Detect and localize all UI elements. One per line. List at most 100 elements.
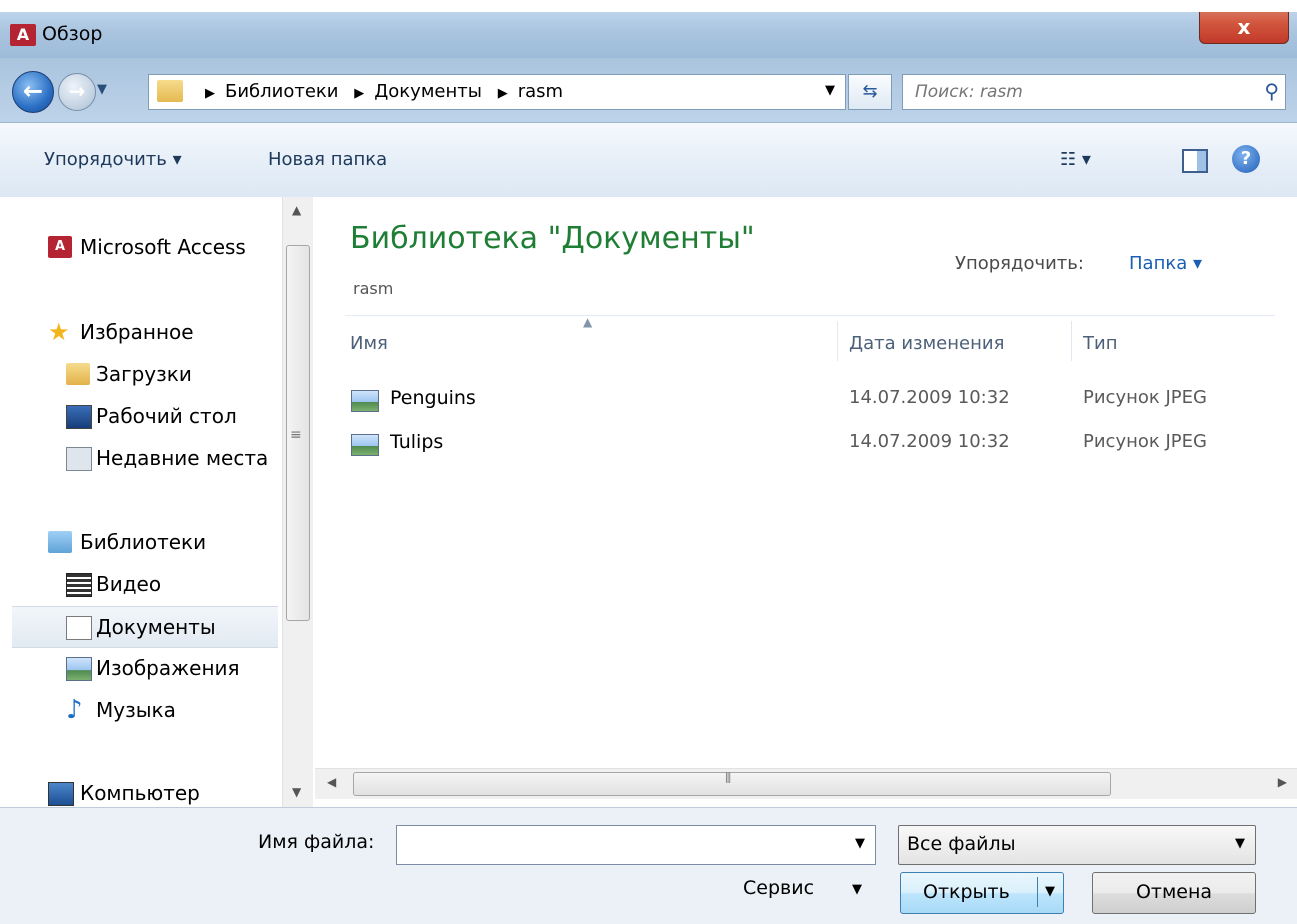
column-header-date[interactable]: Дата изменения [849, 333, 1004, 354]
column-separator[interactable] [1071, 321, 1072, 361]
jpeg-image-icon [351, 434, 379, 456]
nav-item-downloads[interactable]: Загрузки [0, 354, 280, 394]
downloads-folder-icon [66, 363, 90, 385]
search-icon[interactable]: ⚲ [1264, 79, 1279, 103]
library-subtitle: rasm [353, 279, 394, 298]
scrollbar-thumb[interactable] [353, 772, 1111, 796]
forward-arrow-icon: → [68, 79, 86, 103]
library-title: Библиотека "Документы" [350, 221, 755, 256]
nav-item-pictures[interactable]: Изображения [0, 648, 280, 688]
window-title: Обзор [42, 23, 103, 45]
libraries-icon [48, 531, 72, 553]
file-name: Tulips [390, 431, 444, 453]
tools-button[interactable]: Сервис [743, 877, 814, 899]
nav-item-desktop[interactable]: Рабочий стол [0, 396, 280, 436]
breadcrumb-separator-icon: ▶ [354, 86, 365, 101]
open-button[interactable]: Открыть ▼ [900, 872, 1064, 914]
nav-item-label: Музыка [96, 698, 176, 722]
breadcrumb-separator-icon: ▶ [205, 86, 215, 101]
help-icon[interactable]: ? [1232, 145, 1260, 173]
change-view-button[interactable]: ☷ ▾ [1060, 149, 1091, 170]
filename-combobox[interactable]: ▼ [396, 825, 876, 865]
close-icon: x [1237, 15, 1251, 39]
recent-locations-dropdown[interactable]: ▼ [97, 82, 107, 97]
column-header-type[interactable]: Тип [1083, 333, 1117, 354]
close-button[interactable]: x [1199, 12, 1289, 44]
access-icon: A [48, 236, 72, 258]
file-type: Рисунок JPEG [1083, 387, 1207, 408]
nav-item-recent-places[interactable]: Недавние места [0, 438, 280, 478]
file-list-pane: Библиотека "Документы" rasm Упорядочить:… [315, 197, 1297, 807]
open-file-dialog: A Обзор x ← → ▼ ▶ Библиотеки ▶ Документы ▶… [0, 12, 1297, 924]
search-box[interactable]: ⚲ [902, 74, 1286, 110]
file-list-horizontal-scrollbar[interactable]: ◀ ⦀ ▶ [315, 768, 1297, 799]
file-date: 14.07.2009 10:32 [849, 431, 1010, 452]
nav-item-label: Видео [96, 572, 162, 596]
nav-item-label: Недавние места [96, 446, 269, 470]
desktop-icon [66, 405, 92, 429]
open-button-label: Открыть [923, 881, 1010, 903]
forward-button[interactable]: → [58, 73, 96, 111]
filename-label: Имя файла: [258, 831, 375, 853]
scroll-down-icon[interactable]: ▼ [292, 785, 301, 799]
back-button[interactable]: ← [12, 71, 54, 113]
nav-item-libraries[interactable]: Библиотеки [0, 522, 280, 562]
scroll-up-icon[interactable]: ▲ [292, 203, 301, 217]
scrollbar-grip-icon: ⦀ [725, 771, 732, 787]
nav-item-favorites[interactable]: ★ Избранное [0, 312, 280, 352]
nav-item-microsoft-access[interactable]: A Microsoft Access [0, 227, 280, 267]
breadcrumb-item[interactable]: rasm [518, 81, 563, 102]
nav-item-label: Microsoft Access [80, 235, 246, 259]
nav-item-label: Избранное [80, 320, 194, 344]
address-row: ← → ▼ ▶ Библиотеки ▶ Документы ▶ rasm ▼ ⇆ ⚲ [0, 58, 1297, 122]
documents-icon [66, 616, 92, 640]
breadcrumb-item[interactable]: Документы [374, 81, 482, 102]
nav-item-label: Компьютер [80, 781, 200, 805]
filename-input[interactable] [403, 831, 837, 859]
column-header-name[interactable]: Имя [350, 333, 388, 354]
computer-icon [48, 782, 74, 806]
video-icon [66, 573, 92, 597]
tools-dropdown-icon[interactable]: ▼ [852, 882, 862, 897]
star-icon: ★ [48, 318, 70, 346]
breadcrumb: ▶ Библиотеки ▶ Документы ▶ rasm [195, 81, 563, 102]
refresh-button[interactable]: ⇆ [848, 74, 892, 110]
organize-button[interactable]: Упорядочить ▾ [44, 149, 182, 170]
nav-vertical-scrollbar[interactable]: ▲ ≡ ▼ [282, 197, 313, 807]
column-separator[interactable] [837, 321, 838, 361]
file-row[interactable]: Tulips 14.07.2009 10:32 Рисунок JPEG [345, 425, 1275, 465]
new-folder-button[interactable]: Новая папка [268, 149, 387, 170]
scroll-right-icon[interactable]: ▶ [1278, 775, 1287, 789]
cancel-button-label: Отмена [1135, 881, 1213, 903]
nav-item-documents[interactable]: Документы [12, 606, 278, 648]
search-input[interactable] [913, 79, 1237, 105]
breadcrumb-item[interactable]: Библиотеки [225, 81, 339, 102]
address-bar[interactable]: ▶ Библиотеки ▶ Документы ▶ rasm ▼ [148, 74, 846, 110]
views-icon: ☷ [1060, 149, 1077, 170]
cancel-button[interactable]: Отмена [1092, 872, 1256, 914]
arrange-by-label: Упорядочить: [955, 253, 1084, 274]
address-dropdown-icon[interactable]: ▼ [825, 83, 835, 98]
nav-item-music[interactable]: ♪ Музыка [0, 690, 280, 730]
music-icon: ♪ [66, 695, 83, 725]
scrollbar-grip-icon: ≡ [290, 427, 302, 443]
file-row[interactable]: Penguins 14.07.2009 10:32 Рисунок JPEG [345, 381, 1275, 421]
scroll-left-icon[interactable]: ◀ [327, 775, 336, 789]
nav-item-video[interactable]: Видео [0, 564, 280, 604]
file-type: Рисунок JPEG [1083, 431, 1207, 452]
access-icon: A [10, 24, 36, 46]
jpeg-image-icon [351, 390, 379, 412]
arrange-by-dropdown[interactable]: Папка ▾ [1129, 253, 1202, 274]
open-options-dropdown-icon[interactable]: ▼ [1045, 884, 1055, 899]
pictures-icon [66, 657, 92, 681]
filetype-value: Все файлы [907, 833, 1016, 855]
command-bar: Упорядочить ▾ Новая папка ☷ ▾ ? [0, 122, 1297, 198]
file-name: Penguins [390, 387, 476, 409]
nav-item-label: Изображения [96, 656, 240, 680]
filename-dropdown-icon[interactable]: ▼ [855, 836, 865, 851]
filetype-select[interactable]: Все файлы ▼ [898, 825, 1256, 865]
preview-pane-icon[interactable] [1182, 149, 1208, 173]
file-date: 14.07.2009 10:32 [849, 387, 1010, 408]
recent-places-icon [66, 447, 92, 471]
sort-ascending-icon: ▲ [583, 315, 593, 329]
